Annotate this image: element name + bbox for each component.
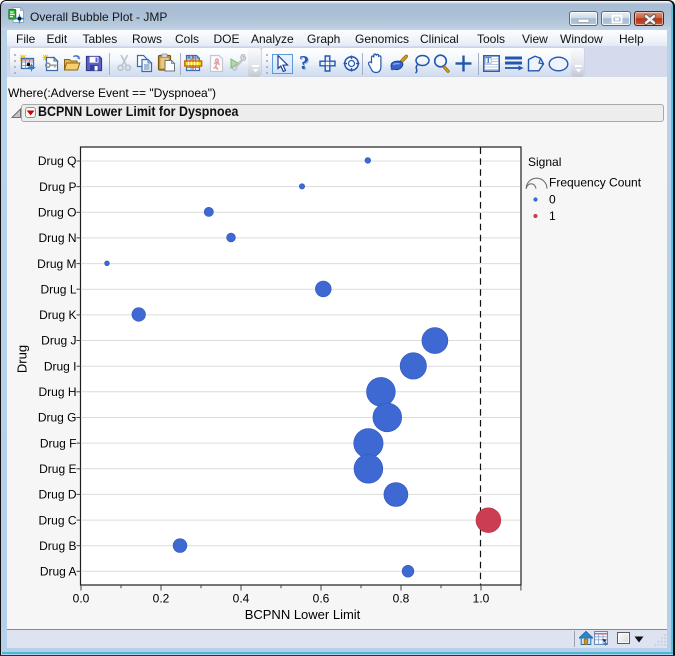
- svg-text:Drug H: Drug H: [38, 385, 76, 399]
- svg-text:Drug I: Drug I: [44, 359, 77, 373]
- svg-text:Frequency Count: Frequency Count: [549, 176, 642, 190]
- svg-text:Drug P: Drug P: [39, 180, 76, 194]
- svg-text:Drug J: Drug J: [41, 334, 76, 348]
- svg-text:T: T: [486, 56, 491, 65]
- svg-text:Drug D: Drug D: [38, 488, 76, 502]
- svg-text:Drug E: Drug E: [39, 462, 76, 476]
- svg-text:0.0: 0.0: [73, 592, 90, 606]
- svg-text:0.4: 0.4: [233, 592, 250, 606]
- svg-text:1.0: 1.0: [473, 592, 490, 606]
- svg-text:Drug K: Drug K: [39, 308, 76, 322]
- svg-text:BCPNN Lower Limit: BCPNN Lower Limit: [245, 607, 361, 622]
- svg-text:0.8: 0.8: [393, 592, 410, 606]
- svg-text:Signal: Signal: [528, 155, 561, 169]
- svg-text:Drug O: Drug O: [38, 206, 77, 220]
- svg-text:Drug N: Drug N: [38, 231, 76, 245]
- svg-text:Drug G: Drug G: [38, 411, 77, 425]
- svg-text:Drug F: Drug F: [40, 436, 77, 450]
- svg-text:Drug: Drug: [15, 345, 30, 373]
- svg-text:1: 1: [549, 209, 556, 223]
- svg-text:Drug M: Drug M: [37, 257, 76, 271]
- svg-text:Drug L: Drug L: [40, 282, 76, 296]
- svg-text:Drug A: Drug A: [40, 565, 77, 579]
- svg-text:Drug C: Drug C: [38, 513, 76, 527]
- svg-text:Drug Q: Drug Q: [38, 154, 77, 168]
- svg-text:0.6: 0.6: [313, 592, 330, 606]
- svg-text:0.2: 0.2: [153, 592, 170, 606]
- svg-text:Drug B: Drug B: [39, 539, 76, 553]
- svg-text:0: 0: [549, 193, 556, 207]
